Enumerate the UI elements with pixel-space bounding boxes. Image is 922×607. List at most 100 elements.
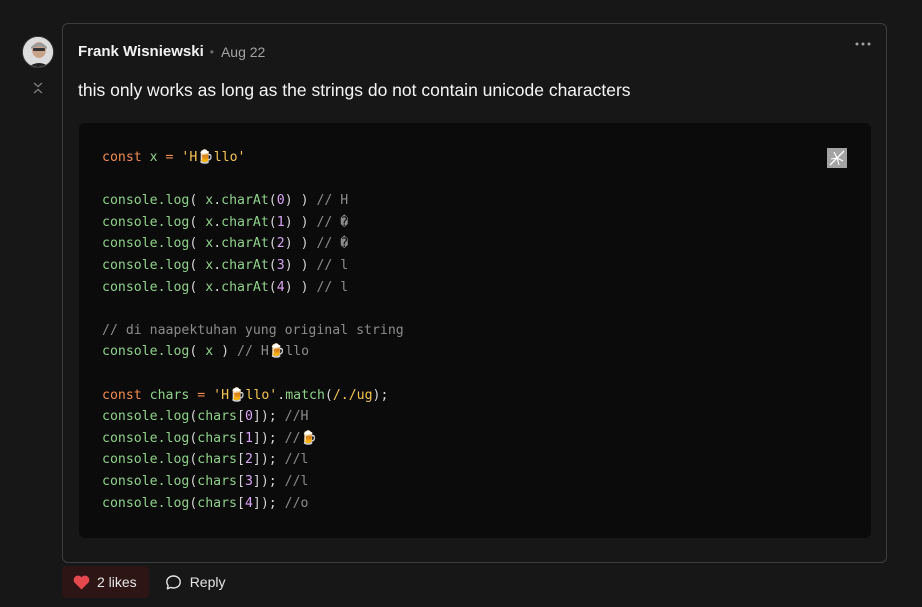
code-token: charAt — [221, 257, 269, 273]
like-button[interactable]: 2 likes — [62, 566, 149, 598]
code-token: charAt — [221, 193, 269, 209]
code-token: . — [213, 193, 222, 209]
code-token: charAt — [221, 279, 269, 295]
code-token: // � — [316, 236, 349, 252]
code-token: [ — [237, 452, 245, 468]
code-token: 2 — [244, 452, 253, 468]
code-line: console.log( x.charAt(2) ) // � — [102, 233, 404, 255]
avatar-image — [23, 37, 53, 67]
code-token: chars — [197, 409, 237, 425]
code-token: = — [189, 387, 214, 403]
code-token: //H — [284, 409, 309, 425]
comment-body: this only works as long as the strings d… — [78, 80, 631, 100]
code-block: const x = 'H🍺llo' console.log( x.charAt(… — [79, 123, 871, 538]
more-options-button[interactable] — [852, 36, 874, 52]
code-token: const — [102, 387, 150, 403]
code-token: . — [213, 236, 222, 252]
code-line: const x = 'H🍺llo' — [102, 147, 404, 169]
code-token: 3 — [276, 257, 285, 273]
code-token: //🍺 — [284, 430, 317, 446]
code-token: ]); — [252, 495, 285, 511]
code-token: 'H🍺llo' — [181, 150, 246, 165]
code-token: ) ) — [284, 193, 317, 209]
code-token: ( — [189, 344, 206, 360]
code-line: console.log( x.charAt(1) ) // � — [102, 212, 404, 234]
code-token: ( — [189, 214, 206, 230]
comment-date[interactable]: Aug 22 — [221, 44, 265, 60]
code-token: ) ) — [284, 236, 317, 252]
code-token: . — [277, 387, 286, 403]
code-token: x — [205, 193, 214, 209]
meta-separator: • — [209, 44, 214, 59]
code-line: console.log(chars[1]); //🍺 — [102, 428, 404, 450]
code-token: ]); — [252, 430, 285, 446]
code-token: ]); — [252, 409, 285, 425]
code-token: 0 — [276, 193, 285, 209]
code-token: charAt — [221, 236, 269, 252]
code-token: ( — [189, 279, 206, 295]
code-token: //l — [284, 473, 309, 489]
code-line: console.log(chars[2]); //l — [102, 449, 404, 471]
code-line: // di naapektuhan yung original string — [102, 320, 404, 342]
like-count: 2 likes — [97, 574, 137, 590]
code-token: //l — [284, 452, 309, 468]
reply-button[interactable]: Reply — [165, 574, 225, 591]
comment-actions: 2 likes Reply — [62, 566, 225, 598]
code-token: // � — [316, 214, 349, 230]
code-token: [ — [237, 430, 245, 446]
code-token: ( — [189, 236, 206, 252]
code-token: ( — [268, 257, 277, 273]
code-token: ) ) — [284, 257, 317, 273]
code-token: console.log — [102, 495, 190, 511]
code-token: // l — [316, 279, 349, 295]
chevrons-collapse-icon[interactable] — [30, 80, 46, 96]
code-token: chars — [197, 495, 237, 511]
code-token: // l — [316, 257, 349, 273]
code-token: // di naapektuhan yung original string — [102, 322, 404, 338]
code-token: . — [213, 257, 222, 273]
ellipsis-icon — [855, 42, 871, 46]
code-token: 1 — [244, 430, 253, 446]
code-token: console.log — [102, 430, 190, 446]
code-token: x — [205, 257, 214, 273]
code-token: console.log — [102, 473, 190, 489]
comment-card: Frank Wisniewski • Aug 22 this only work… — [62, 23, 887, 563]
code-token: ]); — [252, 452, 285, 468]
code-token: 2 — [276, 236, 285, 252]
code-token: ( — [324, 387, 333, 403]
speech-bubble-icon — [165, 574, 181, 589]
code-token: ( — [268, 279, 277, 295]
code-line: console.log( x.charAt(4) ) // l — [102, 277, 404, 299]
code-token: console.log — [102, 236, 190, 252]
code-line: console.log(chars[0]); //H — [102, 406, 404, 428]
code-token: 4 — [244, 495, 253, 511]
code-token: [ — [237, 409, 245, 425]
heart-icon — [73, 575, 90, 589]
code-token: ( — [189, 193, 206, 209]
code-token: console.log — [102, 214, 190, 230]
code-token: chars — [149, 387, 190, 403]
author-name[interactable]: Frank Wisniewski — [78, 43, 204, 60]
code-token: ) ) — [284, 279, 317, 295]
code-token: console.log — [102, 452, 190, 468]
code-token: = — [157, 150, 182, 165]
code-token: x — [205, 344, 214, 360]
code-line: console.log( x.charAt(3) ) // l — [102, 255, 404, 277]
code-token: 1 — [276, 214, 285, 230]
code-token: . — [213, 279, 222, 295]
code-token: 4 — [276, 279, 285, 295]
code-token: charAt — [221, 214, 269, 230]
code-token: 0 — [244, 409, 253, 425]
comment-meta: Frank Wisniewski • Aug 22 — [78, 43, 265, 60]
code-line: console.log(chars[3]); //l — [102, 471, 404, 493]
code-token: match — [285, 387, 325, 403]
code-token: ( — [268, 236, 277, 252]
code-token: chars — [197, 452, 237, 468]
avatar[interactable] — [22, 36, 54, 68]
code-token: ( — [189, 257, 206, 273]
code-token: console.log — [102, 279, 190, 295]
copy-icon[interactable] — [827, 148, 847, 168]
code-token: x — [205, 236, 214, 252]
